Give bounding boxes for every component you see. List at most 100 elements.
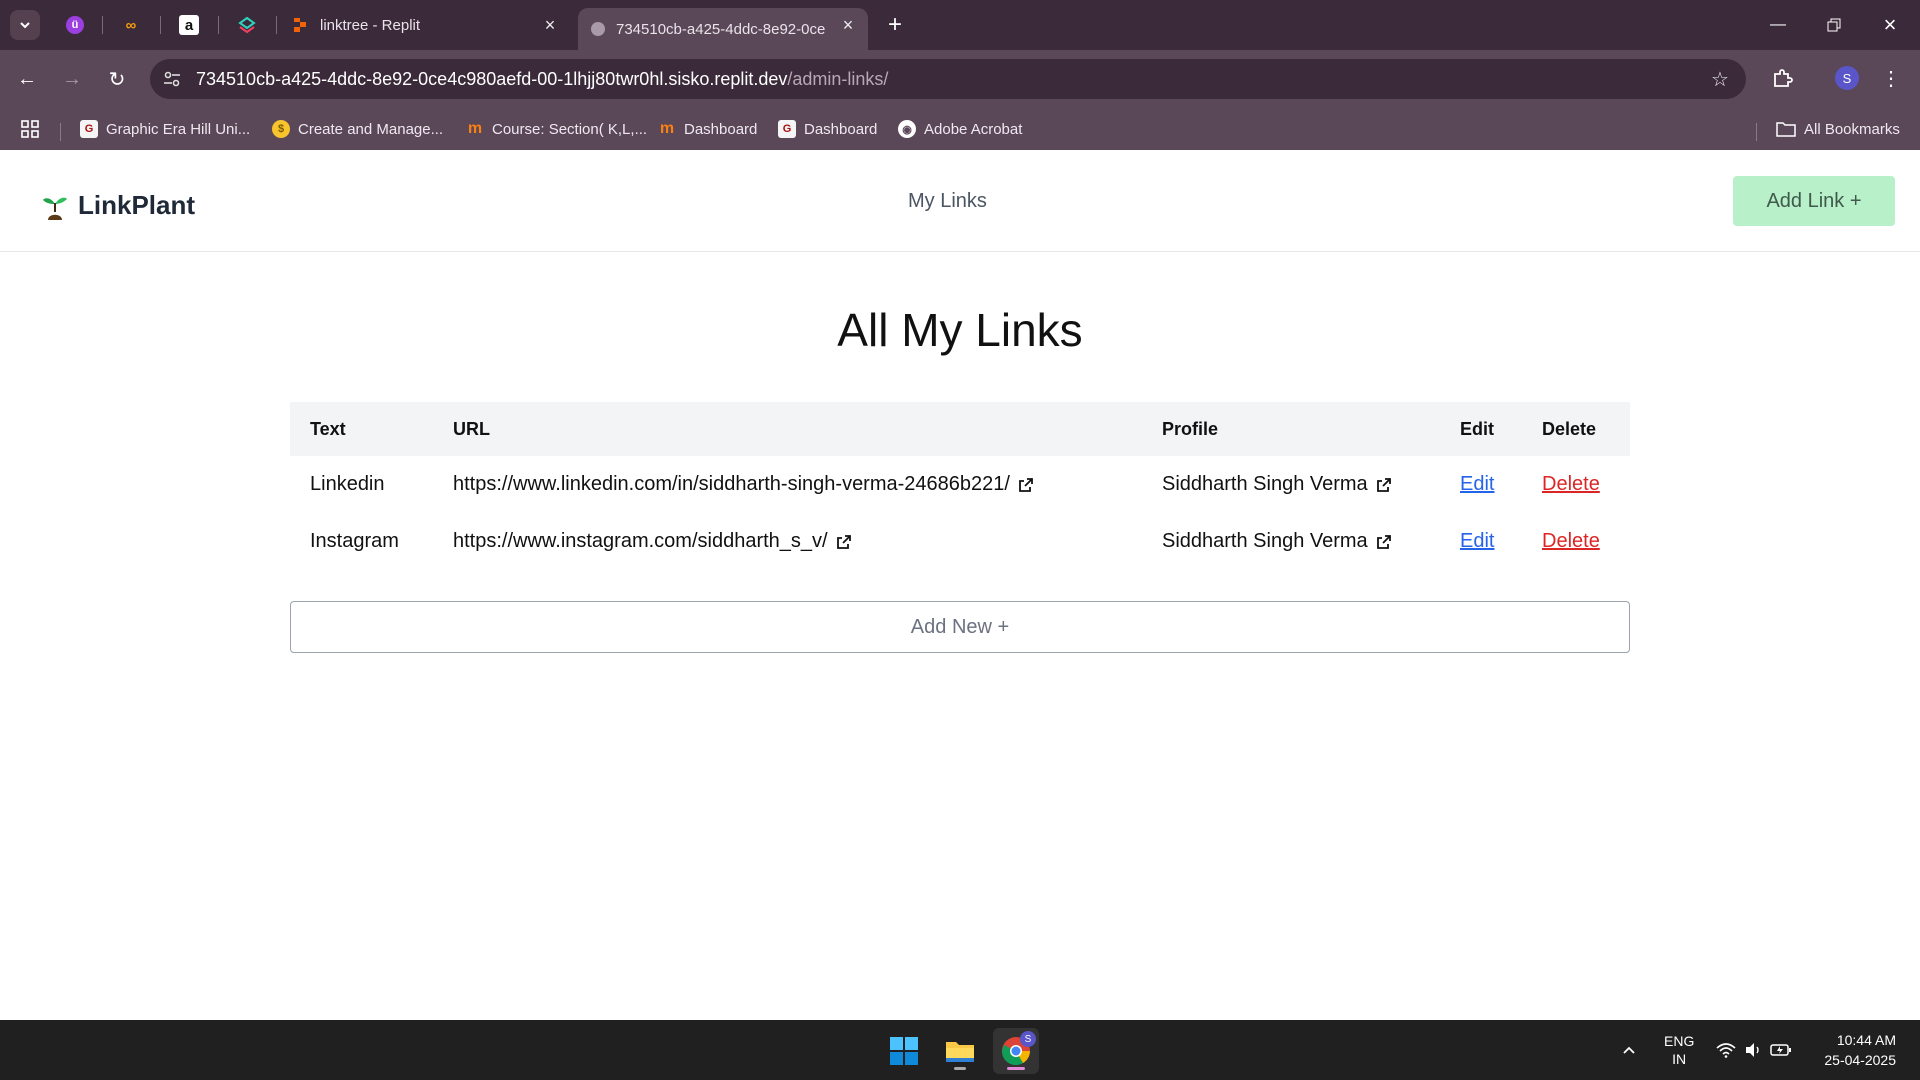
table-row: Linkedin https://www.linkedin.com/in/sid… (290, 456, 1630, 513)
profile-avatar[interactable]: S (1835, 66, 1859, 90)
delete-link[interactable]: Delete (1542, 473, 1600, 496)
nav-my-links[interactable]: My Links (908, 190, 987, 213)
bookmark-item[interactable]: m Course: Section( K,L,... (466, 116, 647, 142)
url-link[interactable]: https://www.linkedin.com/in/siddharth-si… (453, 473, 1010, 496)
bookmark-item[interactable]: G Graphic Era Hill Uni... (80, 116, 250, 142)
page-title: All My Links (837, 304, 1083, 356)
close-window-button[interactable]: × (1870, 10, 1910, 40)
site-header: LinkPlant My Links Add Link + (0, 150, 1920, 252)
show-hidden-icons-button[interactable] (1622, 1020, 1636, 1080)
close-icon: × (1883, 12, 1897, 37)
restore-button[interactable] (1814, 10, 1854, 40)
cell-profile[interactable]: Siddharth Singh Verma (1162, 530, 1392, 553)
minimize-icon: — (1770, 16, 1786, 33)
folder-icon (946, 1042, 974, 1062)
edit-link[interactable]: Edit (1460, 473, 1494, 496)
pinned-tab-4[interactable] (234, 12, 260, 38)
close-tab-icon[interactable]: × (540, 15, 560, 35)
external-link-icon[interactable] (1376, 534, 1392, 550)
all-bookmarks-label: All Bookmarks (1804, 120, 1900, 138)
links-table: Text URL Profile Edit Delete Linkedin ht… (290, 402, 1630, 570)
add-new-button[interactable]: Add New + (290, 601, 1630, 653)
tab-active-page[interactable]: 734510cb-a425-4ddc-8e92-0ce × (578, 8, 868, 50)
purple-shield-icon: ü (66, 16, 84, 34)
bookmark-label: Adobe Acrobat (924, 120, 1023, 138)
coin-icon: $ (272, 120, 290, 138)
external-link-icon[interactable] (1376, 477, 1392, 493)
pinned-tab-2[interactable]: ∞ (118, 12, 144, 38)
pinned-tab-1[interactable]: ü (62, 12, 88, 38)
language-indicator[interactable]: ENG IN (1664, 1020, 1694, 1080)
back-button[interactable]: ← (10, 62, 44, 96)
tab-search-button[interactable] (10, 10, 40, 40)
menu-button[interactable]: ⋮ (1874, 62, 1908, 96)
add-link-button[interactable]: Add Link + (1733, 176, 1895, 226)
chrome-taskbar-button[interactable]: S (993, 1028, 1039, 1074)
bookmarks-bar: G Graphic Era Hill Uni... $ Create and M… (0, 108, 1920, 150)
pinned-tab-3[interactable]: a (176, 12, 202, 38)
browser-tab-bar: ü ∞ a linktree - Replit × 734510cb-a425-… (0, 0, 1920, 50)
external-link-icon[interactable] (1018, 477, 1034, 493)
cell-url[interactable]: https://www.linkedin.com/in/siddharth-si… (453, 473, 1034, 496)
kebab-menu-icon: ⋮ (1881, 68, 1901, 90)
logo-text: LinkPlant (78, 190, 196, 220)
file-explorer-button[interactable] (937, 1028, 983, 1074)
infinity-icon: ∞ (125, 16, 137, 34)
apps-button[interactable] (20, 116, 40, 142)
quick-settings[interactable] (1716, 1020, 1792, 1080)
all-bookmarks-button[interactable]: All Bookmarks (1776, 116, 1900, 142)
edit-link[interactable]: Edit (1460, 530, 1494, 553)
chevron-down-icon (20, 22, 30, 29)
apps-grid-icon (21, 120, 39, 138)
globe-icon (591, 22, 605, 36)
profile-link[interactable]: Siddharth Singh Verma (1162, 473, 1368, 496)
site-logo[interactable]: LinkPlant (42, 190, 195, 221)
clock-date: 25-04-2025 (1824, 1052, 1896, 1068)
cell-url[interactable]: https://www.instagram.com/siddharth_s_v/ (453, 530, 852, 553)
address-bar[interactable]: 734510cb-a425-4ddc-8e92-0ce4c980aefd-00-… (150, 59, 1746, 99)
region-code: IN (1672, 1051, 1687, 1067)
site-info-icon[interactable] (160, 67, 184, 91)
clock-time: 10:44 AM (1836, 1032, 1896, 1048)
cell-profile[interactable]: Siddharth Singh Verma (1162, 473, 1392, 496)
header-text: Text (310, 419, 346, 439)
external-link-icon[interactable] (836, 534, 852, 550)
new-tab-button[interactable]: + (880, 10, 910, 40)
battery-icon (1770, 1044, 1791, 1056)
cell-text: Instagram (310, 530, 399, 552)
reload-icon: ↻ (108, 68, 126, 91)
taskbar: S ENG IN 10:44 AM 25-04-2025 (0, 1020, 1920, 1080)
speaker-icon (1746, 1043, 1759, 1057)
layers-icon (238, 16, 256, 34)
globe-icon: ◉ (898, 120, 916, 138)
minimize-button[interactable]: — (1758, 10, 1798, 40)
bookmark-item[interactable]: m Dashboard (658, 116, 758, 142)
bookmark-label: Course: Section( K,L,... (492, 120, 648, 138)
bookmark-item[interactable]: $ Create and Manage... (272, 116, 443, 142)
header-url: URL (453, 419, 490, 439)
ge-icon: G (778, 120, 796, 138)
delete-link[interactable]: Delete (1542, 530, 1600, 553)
ge-icon: G (80, 120, 98, 138)
bookmark-label: Graphic Era Hill Uni... (106, 120, 251, 138)
close-tab-icon[interactable]: × (838, 15, 858, 35)
cell-text: Linkedin (310, 473, 385, 495)
forward-button[interactable]: → (55, 62, 89, 96)
tab-replit[interactable]: linktree - Replit × (288, 8, 570, 42)
reload-button[interactable]: ↻ (100, 62, 134, 96)
bookmark-label: Create and Manage... (298, 120, 444, 138)
restore-icon (1827, 18, 1841, 32)
address-url: 734510cb-a425-4ddc-8e92-0ce4c980aefd-00-… (196, 69, 888, 90)
clock[interactable]: 10:44 AM 25-04-2025 (1810, 1020, 1896, 1080)
bookmark-item[interactable]: G Dashboard (778, 116, 877, 142)
url-link[interactable]: https://www.instagram.com/siddharth_s_v/ (453, 530, 828, 553)
start-button[interactable] (881, 1028, 927, 1074)
extensions-button[interactable] (1765, 62, 1799, 96)
bookmark-star-icon[interactable]: ☆ (1708, 67, 1732, 91)
profile-link[interactable]: Siddharth Singh Verma (1162, 530, 1368, 553)
header-delete: Delete (1542, 419, 1597, 439)
page-viewport: LinkPlant My Links Add Link + All My Lin… (0, 150, 1920, 1020)
replit-icon (294, 18, 306, 32)
bookmark-item[interactable]: ◉ Adobe Acrobat (898, 116, 1022, 142)
table-header: Text URL Profile Edit Delete (290, 402, 1630, 456)
